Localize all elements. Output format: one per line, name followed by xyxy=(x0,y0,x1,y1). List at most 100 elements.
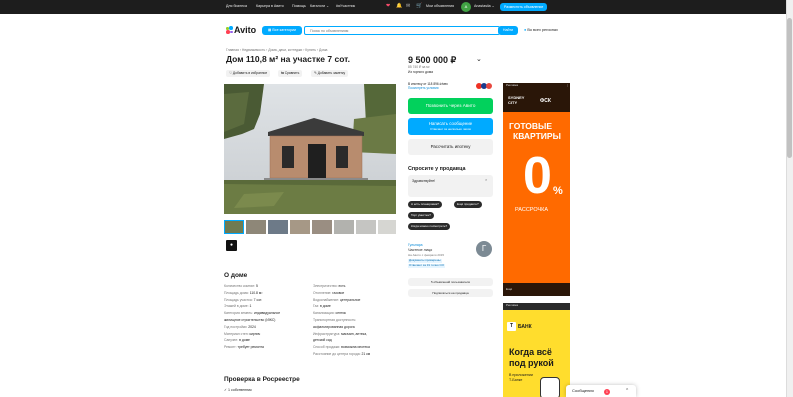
nav-fintech-link[interactable]: #яУчастник xyxy=(336,4,355,8)
ad-banner-tbank[interactable]: Реклама T БАНК Когда всё под рукой В при… xyxy=(503,303,570,397)
thumbnail[interactable] xyxy=(290,220,310,234)
rosreestr-title: Проверка в Росреестре xyxy=(224,376,300,383)
ad-banner-fsk[interactable]: Реклама ⋮ SYDNEY CITY ФСК ГОТОВЫЕ КВАРТИ… xyxy=(503,83,570,296)
top-navigation-bar: Для бизнеса Карьера в Авито Помощь Катал… xyxy=(0,0,786,14)
about-row: Канализация: септик xyxy=(313,311,346,315)
thumbnail[interactable] xyxy=(246,220,266,234)
ad-menu-icon[interactable]: ⋮ xyxy=(566,83,569,88)
about-row: Инфраструктура: магазин, аптека, xyxy=(313,332,367,336)
messages-count-badge: 1 xyxy=(604,388,610,395)
about-row: детский сад xyxy=(313,338,332,342)
about-row: Водоснабжение: центральное xyxy=(313,298,360,302)
chevron-down-icon[interactable]: ⌄ xyxy=(476,56,482,64)
about-row-value: 7 сот. xyxy=(253,297,263,302)
clear-icon[interactable]: × xyxy=(485,177,487,183)
nav-business-link[interactable]: Для бизнеса xyxy=(226,4,247,8)
nav-user-menu[interactable]: Anastasiia ⌄ xyxy=(474,4,495,8)
about-row-label: Площадь дома: xyxy=(224,290,249,295)
about-row-value: 110.8 м² xyxy=(249,290,263,295)
bell-icon[interactable]: 🔔 xyxy=(396,3,402,9)
seller-type: Частное лицо xyxy=(408,248,433,252)
about-row-label: Санузел: xyxy=(224,338,239,343)
question-text: Здравствуйте! xyxy=(412,179,436,183)
compare-button[interactable]: ⇆ Сравнить xyxy=(278,70,303,77)
ad-brand-fsk: ФСК xyxy=(540,98,551,104)
about-row: Этажей в доме: 1 xyxy=(224,304,251,308)
about-title: О доме xyxy=(224,272,248,279)
chevron-up-icon[interactable]: ⌃ xyxy=(625,388,629,394)
quick-question-chip[interactable]: Ещё продаёте? xyxy=(454,201,482,208)
about-row-value: магазин, аптека, xyxy=(341,331,368,336)
nav-help-link[interactable]: Помощь xyxy=(292,4,306,8)
about-row: Год постройки: 2024 xyxy=(224,325,256,329)
phone-illustration xyxy=(540,377,560,397)
logo-text: Avito xyxy=(234,25,257,35)
about-row: Количество комнат: 5 xyxy=(224,284,258,288)
about-row: Транспортная доступность: xyxy=(313,318,356,322)
about-row-value: асфальтированная дорога xyxy=(313,324,355,329)
nav-my-ads-link[interactable]: Мои объявления xyxy=(426,4,454,8)
seller-avatar[interactable]: Г xyxy=(476,241,492,257)
about-row-label: Год постройки: xyxy=(224,324,248,329)
messages-label: Сообщения xyxy=(572,388,594,393)
nav-career-link[interactable]: Карьера в Авито xyxy=(256,4,284,8)
thumbnail[interactable] xyxy=(378,220,396,234)
about-row-label: Расстояние до центра города: xyxy=(313,352,361,356)
nav-catalogs-link[interactable]: Каталоги ⌄ xyxy=(310,4,329,8)
about-row-label: Материал стен: xyxy=(224,331,249,336)
heart-icon[interactable]: ❤ xyxy=(386,3,390,9)
about-row-label: Транспортная доступность: xyxy=(313,318,357,322)
all-categories-button[interactable]: ▦ Все категории xyxy=(262,26,302,35)
ad-brand-sydney: SYDNEY CITY xyxy=(508,95,525,105)
find-button[interactable]: Найти xyxy=(498,26,518,35)
scrollbar-thumb[interactable] xyxy=(787,18,792,158)
about-row: Электричество: есть xyxy=(313,284,345,288)
about-row: Площадь дома: 110.8 м² xyxy=(224,291,262,295)
ad-line1: ГОТОВЫЕ xyxy=(509,121,553,131)
calc-mortgage-button[interactable]: Рассчитать ипотеку xyxy=(408,139,493,155)
quick-question-chip[interactable]: Когда можно посмотреть? xyxy=(408,223,451,230)
thumbnail[interactable] xyxy=(268,220,288,234)
breadcrumb[interactable]: Главная › Недвижимость › Дома, дачи, кот… xyxy=(226,48,327,52)
call-button[interactable]: Позвонить через Авито xyxy=(408,98,493,114)
user-avatar[interactable]: A xyxy=(461,2,471,12)
message-button[interactable]: Написать сообщение Отвечает за несколько… xyxy=(408,118,493,135)
search-input[interactable]: Поиск по объявлениям xyxy=(304,26,500,35)
about-row-label: Газ: xyxy=(313,304,319,309)
listing-title: Дом 110,8 м² на участке 7 сот. xyxy=(226,54,350,64)
post-ad-button[interactable]: Разместить объявление xyxy=(500,3,548,11)
add-note-button[interactable]: ✎ Добавить заметку xyxy=(311,70,349,77)
ad-label: Реклама xyxy=(506,83,519,87)
about-row-value: 21 км xyxy=(361,352,371,356)
thumbnail[interactable] xyxy=(312,220,332,234)
seller-name[interactable]: Гульнара xyxy=(408,243,423,247)
thumbnail[interactable] xyxy=(356,220,376,234)
ad2-line4: Т-Банке xyxy=(509,378,523,382)
region-selector[interactable]: ● Во всех регионах xyxy=(524,28,558,33)
mortgage-conditions-link[interactable]: Посмотреть условия xyxy=(408,86,438,91)
subscribe-seller-button[interactable]: Подписаться на продавца xyxy=(408,289,493,297)
seller-ads-button[interactable]: 5 объявлений пользователя xyxy=(408,278,493,286)
meeting-info: Из горного дома xyxy=(408,70,433,74)
thumbnail[interactable] xyxy=(224,220,244,234)
video-play-button[interactable]: ● xyxy=(226,240,237,251)
quick-question-chip[interactable]: А есть планировка? xyxy=(408,201,442,208)
cart-icon[interactable]: 🛒 xyxy=(416,3,422,9)
bank-logos xyxy=(476,83,493,89)
question-textarea[interactable]: Здравствуйте! × xyxy=(408,175,493,197)
tbank-logo-icon: T xyxy=(507,322,516,331)
main-photo[interactable] xyxy=(224,84,396,214)
ad-percent: % xyxy=(553,185,563,197)
add-to-favorites-button[interactable]: ♡ Добавить в избранное xyxy=(226,70,271,77)
about-row-label: Ремонт: xyxy=(224,345,237,350)
quick-question-chip[interactable]: Торг уместен? xyxy=(408,212,434,219)
owners-count: ✓ 1 собственник xyxy=(224,388,252,392)
thumbnail[interactable] xyxy=(334,220,354,234)
response-time-badge: Отвечает за 31 точно СО xyxy=(408,263,445,268)
messages-widget[interactable]: Сообщения 1 ⌃ xyxy=(566,385,636,397)
search-placeholder: Поиск по объявлениям xyxy=(310,29,349,33)
message-button-sub: Отвечает за несколько часов xyxy=(430,127,471,131)
chat-icon[interactable]: ✉ xyxy=(406,3,410,9)
about-row-value: в доме xyxy=(239,338,250,343)
ad2-line3: В приложении xyxy=(509,373,533,377)
